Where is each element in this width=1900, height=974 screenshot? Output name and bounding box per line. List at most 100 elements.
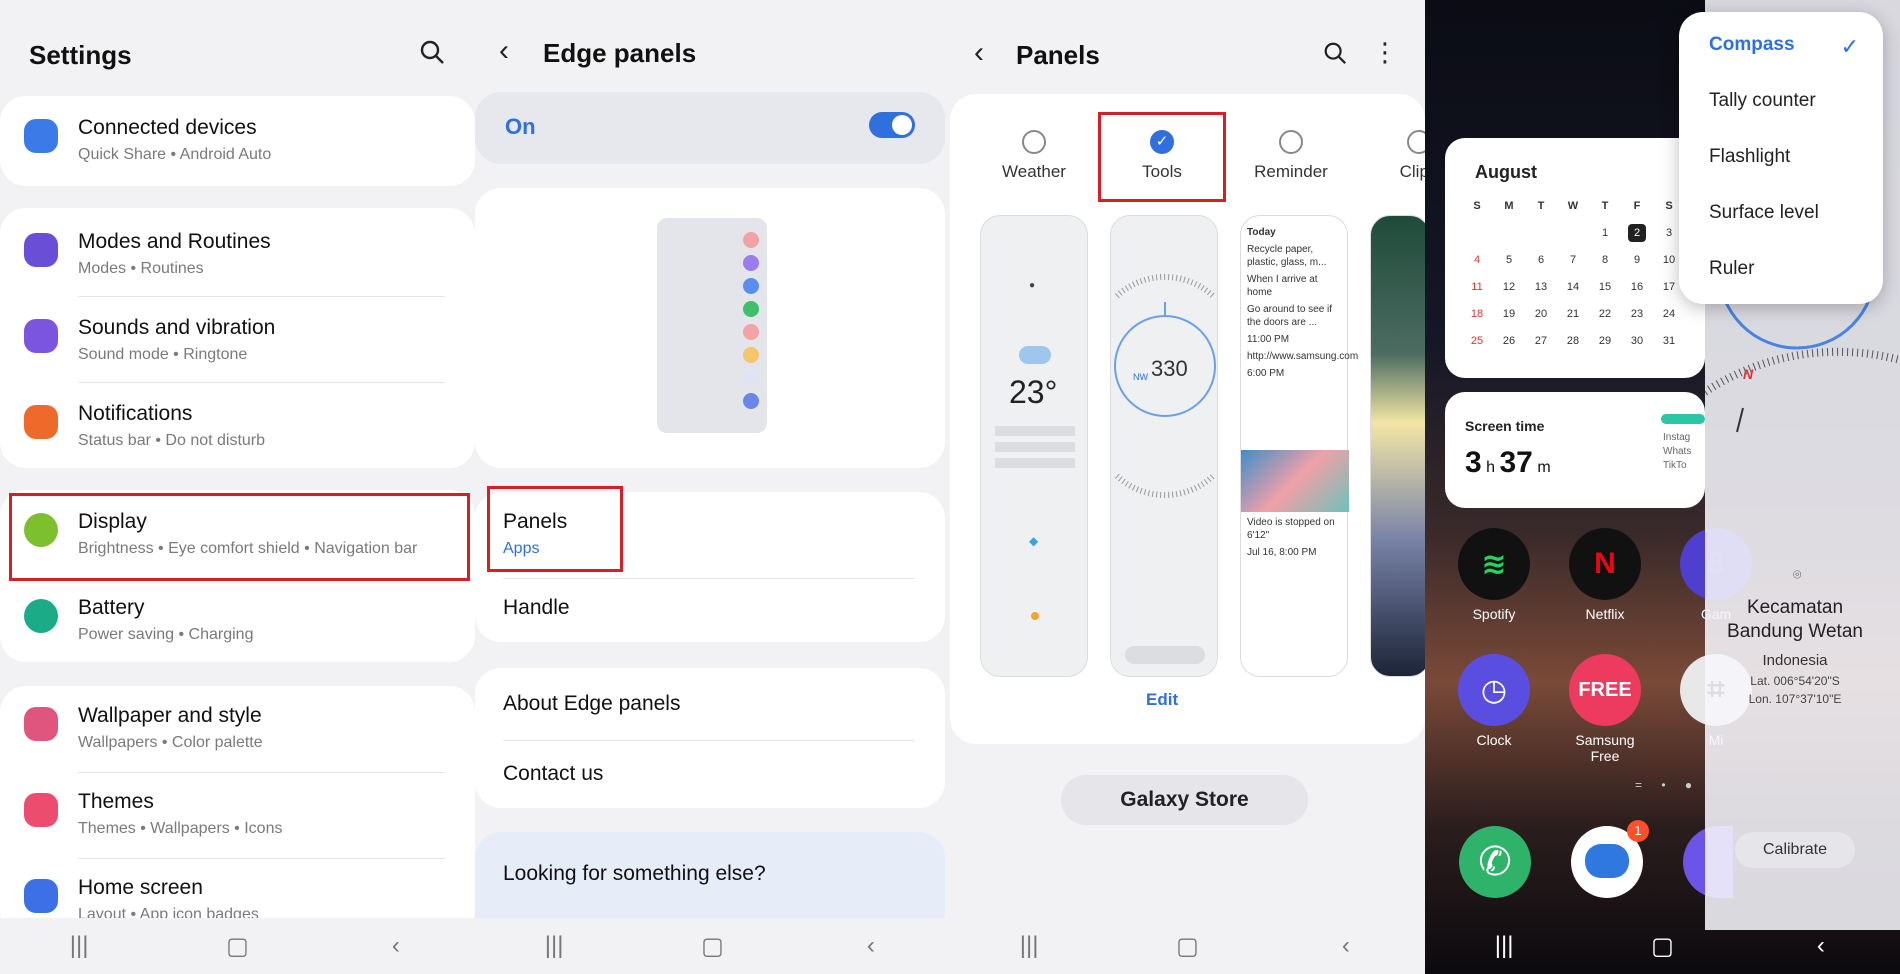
messages-app[interactable]: 1	[1571, 820, 1649, 898]
settings-item-connected-devices[interactable]: Connected devices Quick Share • Android …	[0, 98, 475, 184]
calendar-date[interactable]: 12	[1493, 273, 1525, 300]
calendar-date[interactable]: 1	[1589, 219, 1621, 246]
calendar-date[interactable]	[1461, 219, 1493, 246]
option-clipboard[interactable]: Clipb	[1364, 130, 1425, 182]
back-icon[interactable]: ‹	[1316, 932, 1376, 960]
calendar-date[interactable]: 21	[1557, 300, 1589, 327]
back-icon[interactable]: ‹	[1791, 932, 1851, 960]
settings-item-notifications[interactable]: Notifications Status bar • Do not distur…	[0, 384, 475, 470]
screen-time-widget[interactable]: Screen time 3 h 37 m Instag Whats TikTo	[1445, 392, 1705, 508]
longitude: Lon. 107°37'10"E	[1748, 692, 1842, 706]
panel-dots	[743, 232, 759, 416]
calendar-date[interactable]	[1525, 219, 1557, 246]
app-netflix[interactable]: N Netflix	[1568, 528, 1642, 622]
more-options-icon[interactable]: ⋮	[1372, 38, 1398, 66]
sound-icon	[24, 319, 58, 353]
app-samsung-free[interactable]: FREE Samsung Free	[1568, 654, 1642, 764]
calendar-date[interactable]	[1493, 219, 1525, 246]
calendar-date[interactable]	[1557, 219, 1589, 246]
placeholder-bars	[995, 426, 1075, 474]
calendar-date[interactable]: 20	[1525, 300, 1557, 327]
home-icon[interactable]: ▢	[207, 932, 267, 961]
contact-option[interactable]: Contact us	[503, 762, 603, 786]
settings-card-4: Wallpaper and style Wallpapers • Color p…	[0, 686, 475, 936]
back-arrow-icon[interactable]: ‹	[499, 34, 509, 68]
reminder-item: Go around to see if the doors are ...	[1247, 304, 1333, 328]
radio-reminder[interactable]	[1279, 130, 1303, 154]
recents-icon[interactable]: |||	[999, 932, 1059, 960]
menu-item-tally[interactable]: Tally counter	[1709, 90, 1816, 112]
calendar-widget[interactable]: August SMTWTFS 1 2 3 4 5 6 7 8 9 10 11 12 13 14 15 16 17…	[1445, 138, 1705, 378]
settings-item-sounds[interactable]: Sounds and vibration Sound mode • Ringto…	[0, 298, 475, 384]
calendar-day-header: W	[1567, 199, 1579, 212]
tools-panel-preview[interactable]: NW 330	[1110, 215, 1218, 677]
app-clock[interactable]: ◷ Clock	[1457, 654, 1531, 748]
app-spotify[interactable]: ≋ Spotify	[1457, 528, 1531, 622]
recents-icon[interactable]: |||	[524, 932, 584, 960]
calendar-date[interactable]: 18	[1461, 300, 1493, 327]
weather-panel-preview[interactable]: ● 23° ◆	[980, 215, 1088, 677]
toggle-card[interactable]: On	[475, 92, 945, 164]
calibrate-button[interactable]: Calibrate	[1735, 832, 1855, 868]
calendar-date[interactable]: 5	[1493, 246, 1525, 273]
calendar-date[interactable]: 11	[1461, 273, 1493, 300]
option-reminder[interactable]: Reminder	[1236, 130, 1346, 182]
home-icon[interactable]: ▢	[682, 932, 742, 961]
calendar-date[interactable]: 7	[1557, 246, 1589, 273]
calendar-date[interactable]: 28	[1557, 327, 1589, 354]
master-toggle[interactable]	[869, 112, 915, 138]
settings-item-battery[interactable]: Battery Power saving • Charging	[0, 578, 475, 664]
calendar-date[interactable]: 27	[1525, 327, 1557, 354]
calendar-date[interactable]: 13	[1525, 273, 1557, 300]
tools-highlight	[1098, 112, 1226, 202]
home-icon[interactable]: ▢	[1632, 932, 1692, 961]
calendar-date[interactable]: 14	[1557, 273, 1589, 300]
settings-item-wallpaper[interactable]: Wallpaper and style Wallpapers • Color p…	[0, 686, 475, 772]
menu-item-ruler[interactable]: Ruler	[1709, 258, 1754, 280]
calendar-date[interactable]: 22	[1589, 300, 1621, 327]
phone-app[interactable]: ✆	[1459, 826, 1531, 898]
calendar-date[interactable]: 4	[1461, 246, 1493, 273]
calendar-date[interactable]: 6	[1525, 246, 1557, 273]
settings-item-modes-routines[interactable]: Modes and Routines Modes • Routines	[0, 212, 475, 298]
edit-link[interactable]: Edit	[1146, 690, 1178, 710]
calendar-date[interactable]: 30	[1621, 327, 1653, 354]
radio-weather[interactable]	[1022, 130, 1046, 154]
calendar-date[interactable]: 16	[1621, 273, 1653, 300]
option-weather[interactable]: Weather	[979, 130, 1089, 182]
menu-item-compass[interactable]: Compass ✓	[1709, 34, 1869, 64]
menu-item-flashlight[interactable]: Flashlight	[1709, 146, 1790, 168]
calendar-date[interactable]: 2	[1621, 219, 1653, 246]
calendar-date[interactable]: 9	[1621, 246, 1653, 273]
calendar-date[interactable]: 29	[1589, 327, 1621, 354]
home-icon[interactable]: ▢	[1157, 932, 1217, 961]
divider	[78, 382, 445, 383]
about-option[interactable]: About Edge panels	[503, 692, 680, 716]
calendar-date[interactable]: 26	[1493, 327, 1525, 354]
item-label: Wallpaper and style	[78, 704, 262, 727]
calendar-date[interactable]: 31	[1653, 327, 1685, 354]
handle-option[interactable]: Handle	[503, 596, 570, 620]
calendar-date[interactable]: 15	[1589, 273, 1621, 300]
recents-icon[interactable]: |||	[49, 932, 109, 960]
radio-clipboard[interactable]	[1407, 130, 1425, 154]
search-icon[interactable]	[1322, 40, 1348, 71]
calendar-date[interactable]: 23	[1621, 300, 1653, 327]
back-icon[interactable]: ‹	[841, 932, 901, 960]
reminder-panel-preview[interactable]: Today Recycle paper, plastic, glass, m...…	[1240, 215, 1358, 677]
screen-time-label: Screen time	[1465, 418, 1545, 434]
recents-icon[interactable]: |||	[1474, 932, 1534, 960]
back-icon[interactable]: ‹	[366, 932, 426, 960]
wallpaper-icon	[24, 707, 58, 741]
calendar-date[interactable]: 25	[1461, 327, 1493, 354]
clipboard-panel-preview[interactable]	[1370, 215, 1425, 677]
settings-item-themes[interactable]: Themes Themes • Wallpapers • Icons	[0, 772, 475, 858]
calendar-date[interactable]: 19	[1493, 300, 1525, 327]
edge-header: ‹ Edge panels	[475, 26, 950, 76]
calendar-date[interactable]: 24	[1653, 300, 1685, 327]
galaxy-store-button[interactable]: Galaxy Store	[1061, 775, 1308, 825]
back-arrow-icon[interactable]: ‹	[974, 36, 984, 70]
calendar-date[interactable]: 8	[1589, 246, 1621, 273]
search-icon[interactable]	[418, 38, 446, 66]
menu-item-surface[interactable]: Surface level	[1709, 202, 1819, 224]
